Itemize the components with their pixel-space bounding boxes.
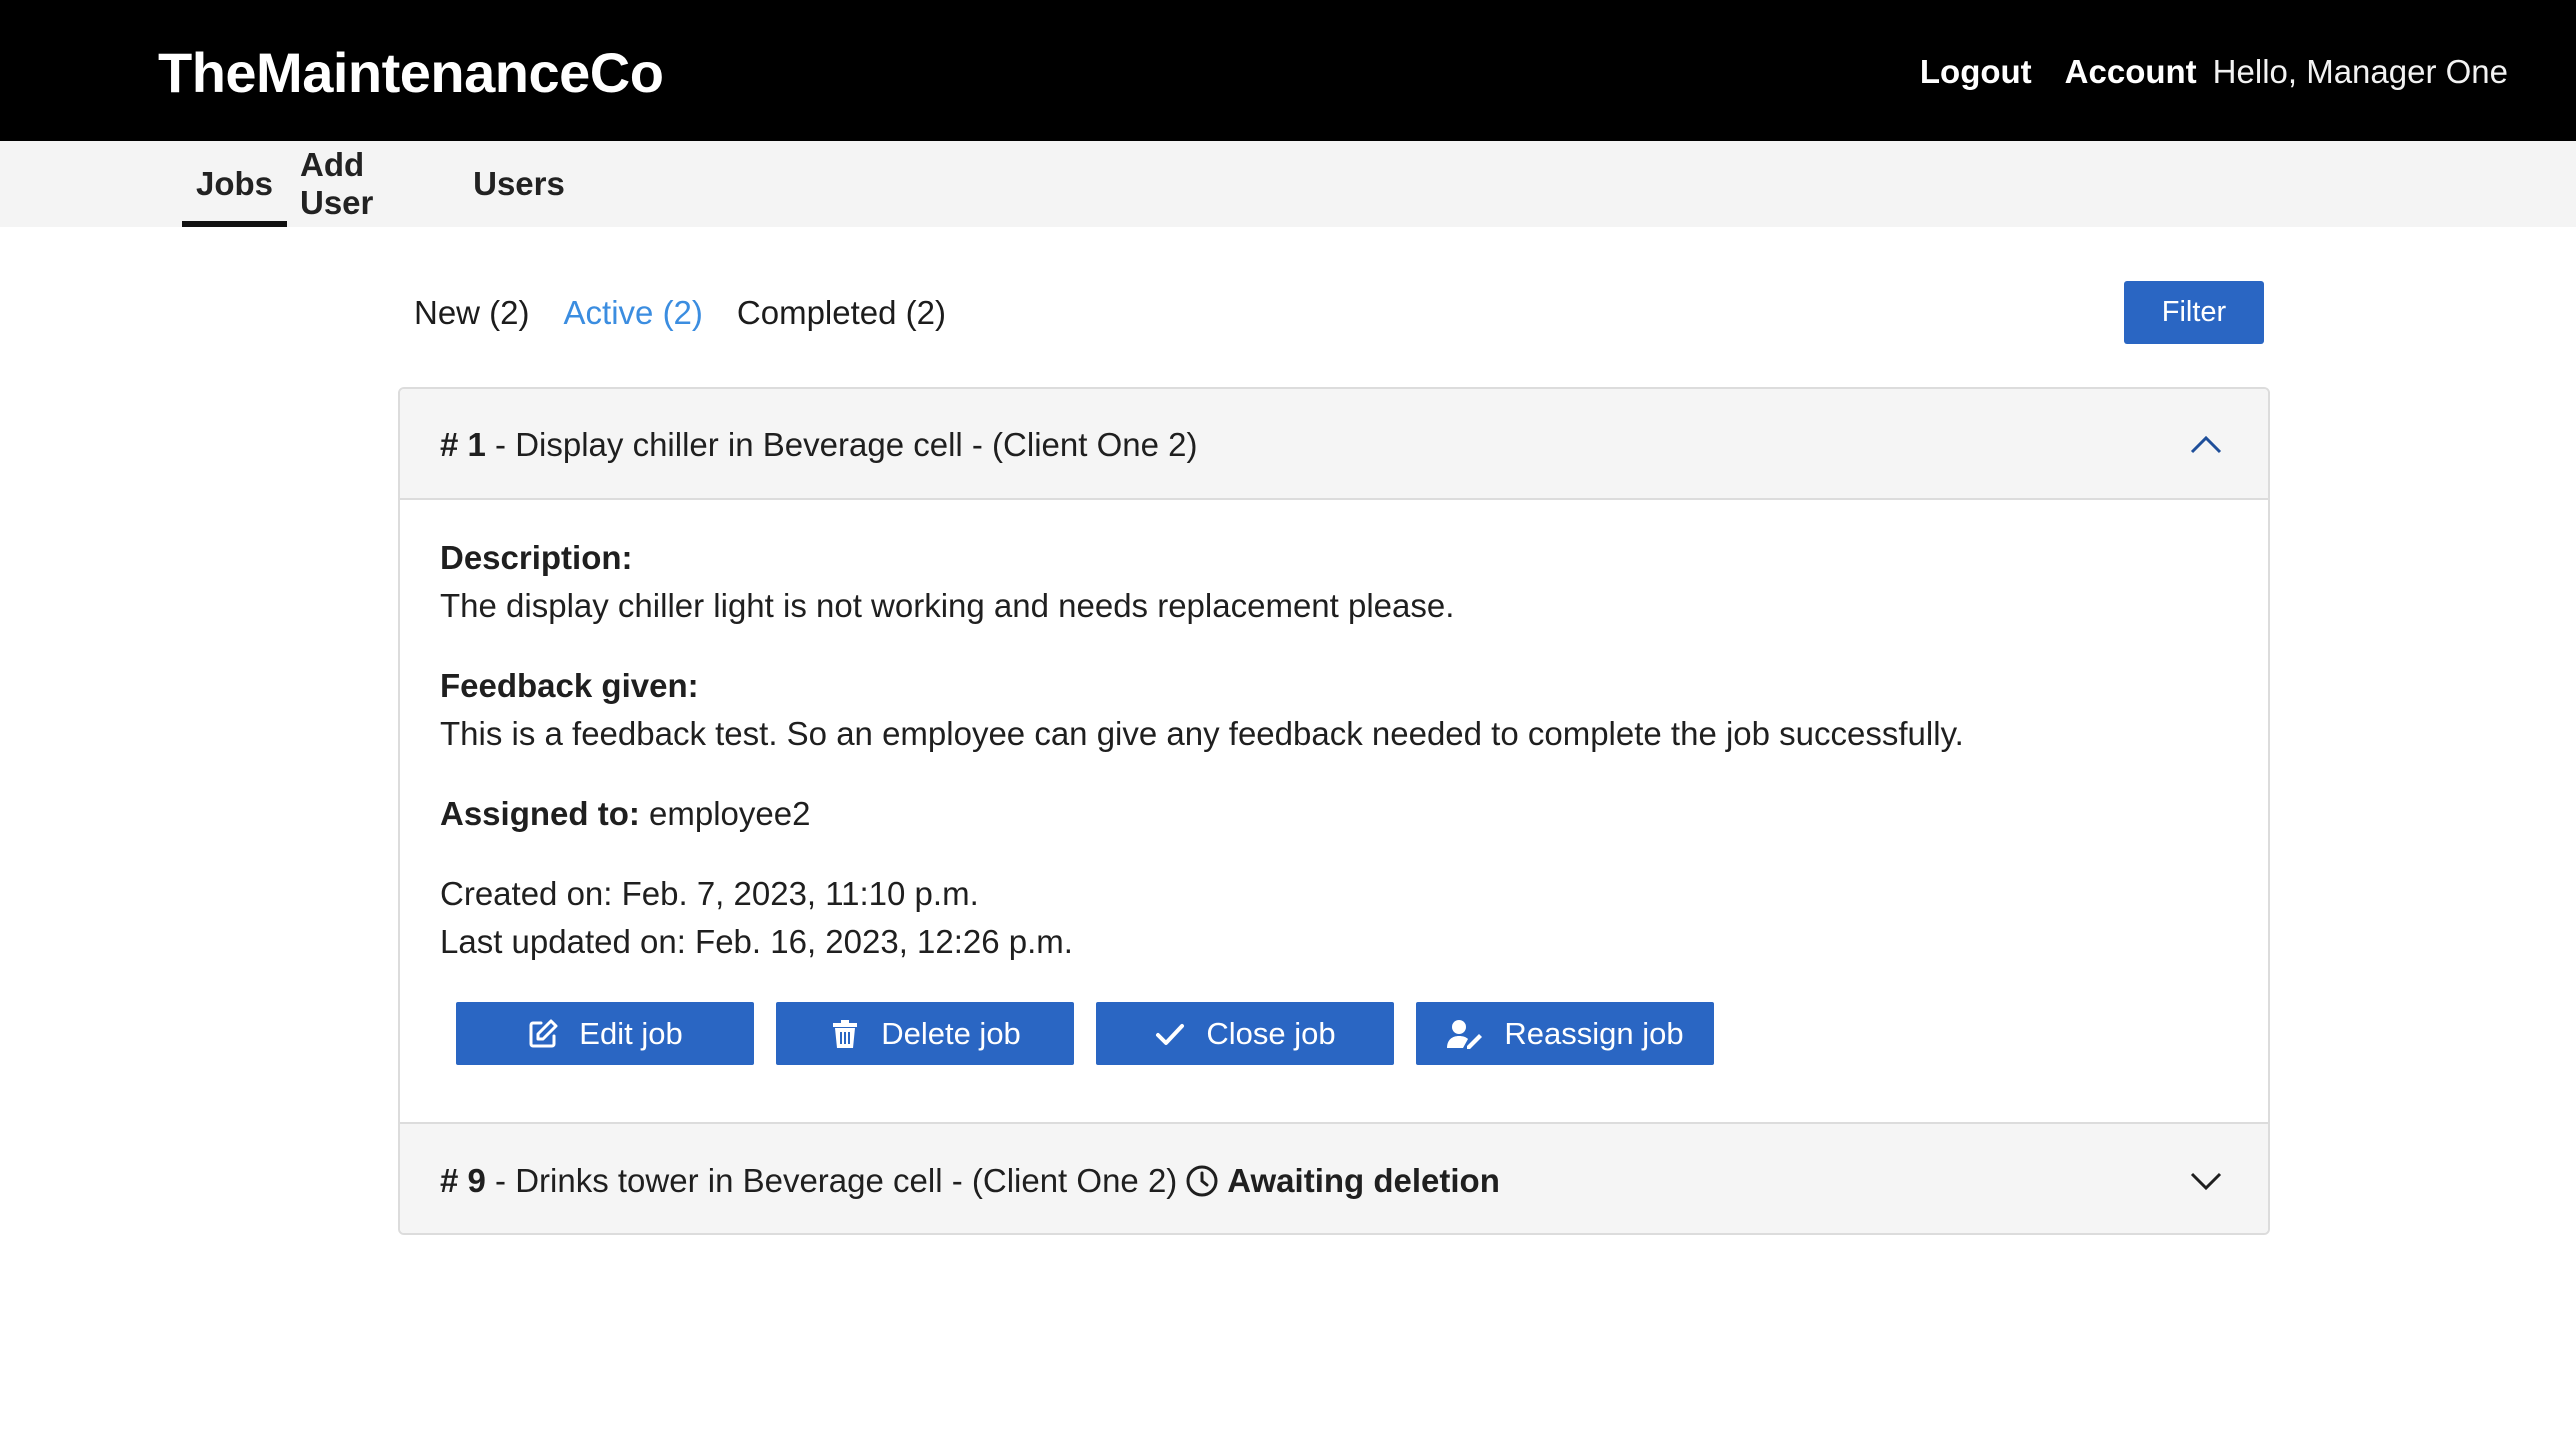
description-label: Description: <box>440 539 633 576</box>
logout-link[interactable]: Logout <box>1920 53 2032 91</box>
close-job-label: Close job <box>1206 1015 1336 1051</box>
chevron-down-icon[interactable] <box>2186 1161 2226 1201</box>
top-bar: TheMaintenanceCo Logout Account Hello, M… <box>0 0 2576 141</box>
job-body-1 <box>400 500 2268 510</box>
user-greeting: Hello, Manager One <box>2212 53 2508 90</box>
status-text: Awaiting deletion <box>1227 1161 1500 1199</box>
assigned-to: Assigned to: employee2 <box>440 795 811 832</box>
top-nav: Logout Account Hello, Manager One <box>1920 53 2508 91</box>
job-title: - Display chiller in Beverage cell - (Cl… <box>485 425 1198 463</box>
tab-users[interactable]: Users <box>472 141 566 227</box>
job-header-1[interactable]: # 1 - Display chiller in Beverage cell -… <box>400 389 2268 500</box>
status-tab-new[interactable]: New (2) <box>414 294 530 332</box>
feedback-text: This is a feedback test. So an employee … <box>440 715 1964 752</box>
reassign-job-button[interactable]: Reassign job <box>1416 1002 1714 1065</box>
edit-icon <box>529 1019 558 1047</box>
close-job-button[interactable]: Close job <box>1096 1002 1394 1065</box>
clock-icon <box>1186 1165 1218 1196</box>
brand-logo[interactable]: TheMaintenanceCo <box>158 40 664 105</box>
last-updated-on: Last updated on: Feb. 16, 2023, 12:26 p.… <box>440 923 1073 960</box>
filter-button[interactable]: Filter <box>2124 281 2264 344</box>
status-tab-completed[interactable]: Completed (2) <box>737 294 946 332</box>
description-text: The display chiller light is not working… <box>440 587 1455 624</box>
reassign-job-label: Reassign job <box>1504 1015 1684 1051</box>
trash-icon <box>833 1019 858 1048</box>
job-status-tabs: New (2) Active (2) Completed (2) <box>414 294 946 332</box>
delete-job-button[interactable]: Delete job <box>776 1002 1074 1065</box>
status-badge: Awaiting deletion <box>1185 1162 1500 1200</box>
job-number: # 9 <box>440 1161 486 1199</box>
check-icon <box>1156 1023 1185 1045</box>
feedback-label: Feedback given: <box>440 667 699 704</box>
delete-job-label: Delete job <box>881 1015 1021 1051</box>
user-edit-icon <box>1447 1019 1483 1049</box>
created-on: Created on: Feb. 7, 2023, 11:10 p.m. <box>440 875 979 912</box>
tab-add-user[interactable]: Add User <box>300 141 446 227</box>
edit-job-label: Edit job <box>579 1015 683 1051</box>
account-link[interactable]: Account <box>2065 53 2197 91</box>
status-tab-active[interactable]: Active (2) <box>564 294 703 332</box>
chevron-up-icon[interactable] <box>2186 425 2226 465</box>
job-header-9[interactable]: # 9 - Drinks tower in Beverage cell - (C… <box>400 1124 2268 1233</box>
edit-job-button[interactable]: Edit job <box>456 1002 754 1065</box>
tab-jobs[interactable]: Jobs <box>182 141 287 227</box>
job-number: # 1 <box>440 425 486 463</box>
section-nav: Jobs Add User Users <box>0 141 2576 227</box>
job-actions: Edit job Delete job Close job Reassign j… <box>456 1002 1714 1065</box>
job-title: - Drinks tower in Beverage cell - (Clien… <box>485 1161 1178 1199</box>
jobs-accordion: # 1 - Display chiller in Beverage cell -… <box>398 387 2270 1235</box>
